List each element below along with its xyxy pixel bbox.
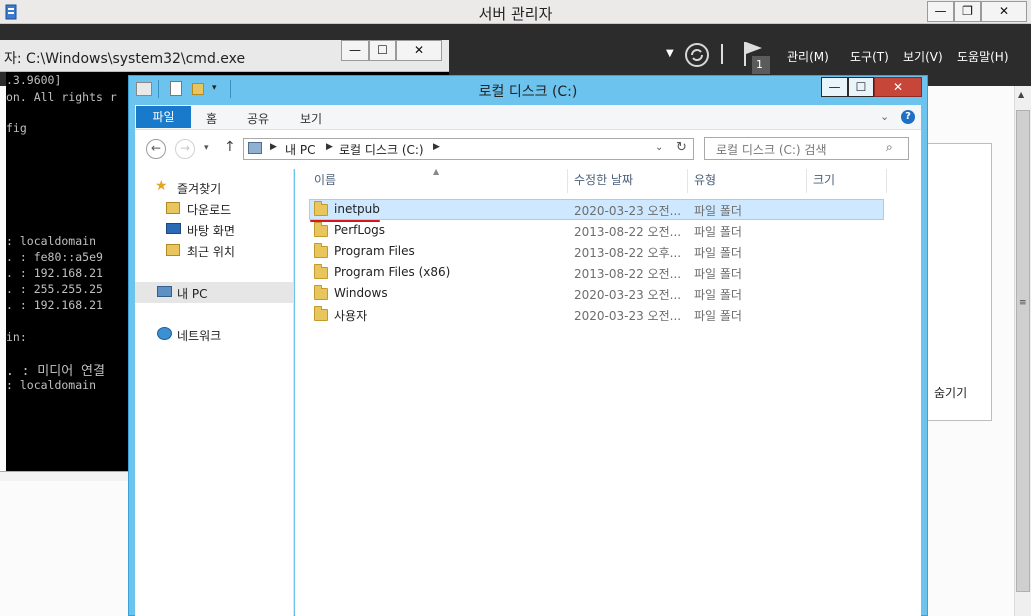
search-icon[interactable]: ⌕ bbox=[886, 140, 893, 155]
cmd-line: . : 255.255.25 bbox=[6, 282, 103, 296]
nav-favorites[interactable]: 즐겨찾기 bbox=[177, 180, 221, 197]
sm-restore-button[interactable]: ❐ bbox=[954, 1, 981, 22]
file-date: 2013-08-22 오후... bbox=[574, 246, 682, 260]
cmd-line: : localdomain bbox=[6, 378, 97, 392]
sm-side-panel bbox=[926, 143, 992, 421]
cmd-line: .3.9600] bbox=[6, 73, 62, 87]
hide-link[interactable]: 숨기기 bbox=[934, 384, 967, 401]
folder-icon bbox=[314, 306, 328, 321]
nav-downloads[interactable]: 다운로드 bbox=[187, 201, 231, 218]
back-button[interactable]: ← bbox=[146, 139, 166, 159]
sm-close-button[interactable]: ✕ bbox=[981, 1, 1027, 22]
explorer-minimize-button[interactable]: — bbox=[821, 77, 848, 97]
cmd-line: . : 192.168.21 bbox=[6, 298, 103, 312]
server-manager-title: 서버 관리자 bbox=[478, 5, 553, 23]
column-header-size[interactable]: 크기 bbox=[807, 169, 887, 193]
file-type: 파일 폴더 bbox=[694, 204, 742, 218]
nav-recent[interactable]: 최근 위치 bbox=[187, 243, 235, 260]
cmd-line: fig bbox=[6, 121, 27, 135]
menu-manage[interactable]: 관리(M) bbox=[787, 48, 829, 65]
file-type: 파일 폴더 bbox=[694, 288, 742, 302]
cmd-line: on. All rights r bbox=[6, 90, 117, 104]
refresh-icon[interactable] bbox=[684, 42, 710, 68]
forward-button[interactable]: → bbox=[175, 139, 195, 159]
breadcrumb-this-pc[interactable]: 내 PC bbox=[285, 141, 315, 158]
file-type: 파일 폴더 bbox=[694, 309, 742, 323]
file-date: 2013-08-22 오전... bbox=[574, 225, 682, 239]
file-name[interactable]: 사용자 bbox=[334, 307, 367, 324]
folder-icon bbox=[314, 264, 328, 279]
cmd-line: in: bbox=[6, 330, 27, 344]
column-header-name[interactable]: 이름 bbox=[308, 169, 568, 193]
sm-scrollbar[interactable]: ▲ ≡ bbox=[1014, 86, 1031, 616]
network-icon bbox=[157, 327, 172, 340]
search-placeholder: 로컬 디스크 (C:) 검색 bbox=[716, 143, 827, 157]
menu-view[interactable]: 보기(V) bbox=[903, 48, 943, 65]
breadcrumb-separator-icon[interactable]: ▶ bbox=[326, 142, 333, 152]
cmd-line: . : fe80::a5e9 bbox=[6, 250, 103, 264]
help-icon[interactable]: ? bbox=[901, 110, 915, 124]
breadcrumb-separator-icon[interactable]: ▶ bbox=[433, 142, 440, 152]
sm-dropdown-icon[interactable]: ▼ bbox=[666, 48, 674, 59]
menu-help[interactable]: 도움말(H) bbox=[957, 48, 1009, 65]
folder-icon bbox=[314, 285, 328, 300]
file-type: 파일 폴더 bbox=[694, 225, 742, 239]
file-date: 2020-03-23 오전... bbox=[574, 309, 682, 323]
cmd-close-button[interactable]: ✕ bbox=[396, 40, 442, 61]
file-date: 2020-03-23 오전... bbox=[574, 288, 682, 302]
recent-places-icon bbox=[166, 244, 180, 256]
address-dropdown-icon[interactable]: ⌄ bbox=[655, 142, 663, 153]
tab-file[interactable]: 파일 bbox=[136, 106, 191, 128]
scroll-grip-icon: ≡ bbox=[1019, 298, 1027, 308]
file-name[interactable]: Program Files (x86) bbox=[334, 265, 450, 279]
notification-count: 1 bbox=[756, 58, 763, 71]
nav-network[interactable]: 네트워크 bbox=[177, 327, 221, 344]
cmd-minimize-button[interactable]: — bbox=[341, 40, 369, 61]
up-button[interactable]: ↑ bbox=[224, 139, 236, 155]
cmd-title: 자: C:\Windows\system32\cmd.exe bbox=[4, 51, 246, 67]
folder-icon bbox=[314, 243, 328, 258]
desktop-icon bbox=[166, 223, 181, 234]
breadcrumb-separator-icon[interactable]: ▶ bbox=[270, 142, 277, 152]
recent-locations-icon[interactable]: ▾ bbox=[204, 143, 209, 153]
file-type: 파일 폴더 bbox=[694, 267, 742, 281]
cmd-line: : localdomain bbox=[6, 234, 97, 248]
folder-icon bbox=[314, 222, 328, 237]
tab-share[interactable]: 공유 bbox=[247, 110, 269, 127]
toolbar-divider bbox=[721, 44, 723, 64]
downloads-folder-icon bbox=[166, 202, 180, 214]
breadcrumb-local-disk[interactable]: 로컬 디스크 (C:) bbox=[339, 141, 424, 158]
cmd-line: . : 192.168.21 bbox=[6, 266, 103, 280]
nav-desktop[interactable]: 바탕 화면 bbox=[187, 222, 235, 239]
cmd-maximize-button[interactable]: ☐ bbox=[369, 40, 396, 61]
file-name[interactable]: PerfLogs bbox=[334, 223, 385, 237]
cmd-bottom-edge bbox=[0, 471, 130, 481]
file-name[interactable]: inetpub bbox=[334, 202, 380, 216]
file-name[interactable]: Windows bbox=[334, 286, 388, 300]
sm-minimize-button[interactable]: — bbox=[927, 1, 954, 22]
scroll-thumb[interactable] bbox=[1016, 110, 1030, 592]
refresh-address-icon[interactable]: ↻ bbox=[676, 140, 687, 155]
file-name[interactable]: Program Files bbox=[334, 244, 415, 258]
column-header-date[interactable]: 수정한 날짜 bbox=[568, 169, 688, 193]
file-date: 2020-03-23 오전... bbox=[574, 204, 682, 218]
file-date: 2013-08-22 오전... bbox=[574, 267, 682, 281]
favorites-star-icon: ★ bbox=[155, 178, 168, 194]
column-header-type[interactable]: 유형 bbox=[688, 169, 807, 193]
cmd-line: . : 미디어 연결 bbox=[6, 364, 105, 379]
ribbon-expand-icon[interactable]: ⌄ bbox=[880, 110, 889, 123]
explorer-maximize-button[interactable]: ☐ bbox=[848, 77, 874, 97]
folder-icon bbox=[314, 201, 328, 216]
scroll-up-icon[interactable]: ▲ bbox=[1018, 90, 1024, 99]
this-pc-icon bbox=[157, 286, 172, 297]
tab-home[interactable]: 홈 bbox=[206, 110, 217, 127]
menu-tools[interactable]: 도구(T) bbox=[850, 48, 889, 65]
tab-view[interactable]: 보기 bbox=[300, 110, 322, 127]
drive-icon bbox=[248, 142, 262, 154]
explorer-close-button[interactable]: ✕ bbox=[874, 77, 922, 97]
file-type: 파일 폴더 bbox=[694, 246, 742, 260]
explorer-title: 로컬 디스크 (C:) bbox=[478, 84, 578, 100]
nav-this-pc[interactable]: 내 PC bbox=[177, 285, 207, 302]
red-annotation-underline bbox=[310, 220, 380, 222]
